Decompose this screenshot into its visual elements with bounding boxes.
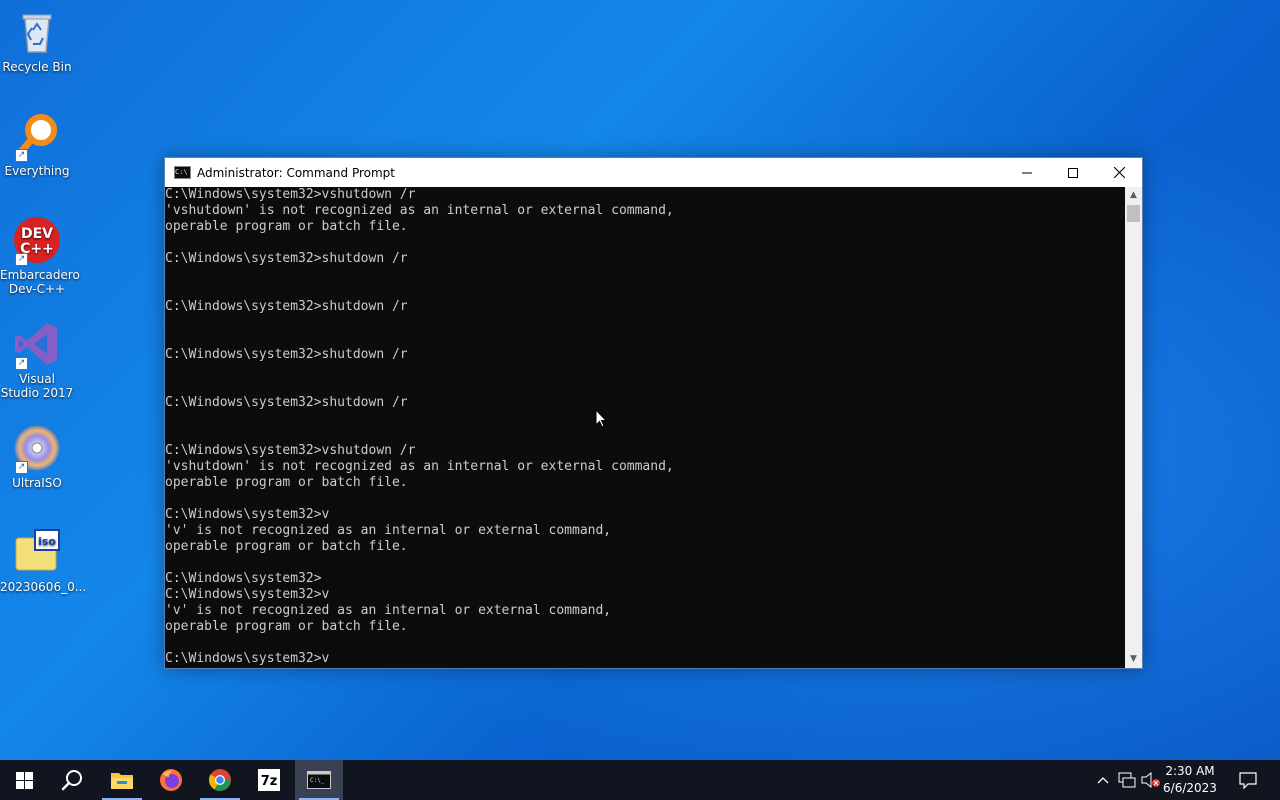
console-line: 'v' is not recognized as an internal or … (165, 603, 612, 618)
desktop-icon-label: Everything (4, 164, 70, 178)
scroll-up-arrow-icon[interactable]: ▲ (1125, 187, 1142, 204)
svg-text:C:\_: C:\_ (310, 777, 325, 784)
vertical-scrollbar[interactable]: ▲ ▼ (1125, 187, 1142, 668)
title-bar[interactable]: C:\ Administrator: Command Prompt (165, 158, 1142, 187)
window-title: Administrator: Command Prompt (197, 165, 395, 180)
command-prompt-icon: C:\_ (307, 771, 331, 789)
7zip-icon: 7z (258, 769, 280, 791)
console-line: operable program or batch file. (165, 619, 408, 634)
desktop-icon-everything[interactable]: ↗ Everything (0, 112, 74, 178)
console-line: 'vshutdown' is not recognized as an inte… (165, 459, 674, 474)
shortcut-arrow-icon: ↗ (15, 357, 28, 370)
console-line: C:\Windows\system32>v (165, 507, 330, 522)
chrome-icon (209, 769, 231, 791)
desktop-icon-ultraiso[interactable]: ↗ UltraISO (0, 424, 74, 490)
console-line: C:\Windows\system32>v (165, 651, 330, 666)
desktop-icon-label: Visual Studio 2017 (0, 372, 74, 400)
command-prompt-window[interactable]: C:\ Administrator: Command Prompt C:\Win… (164, 157, 1143, 669)
ultraiso-disc-icon: ↗ (13, 424, 61, 474)
svg-text:DEV: DEV (21, 226, 53, 242)
desktop-icon-recycle-bin[interactable]: Recycle Bin (0, 8, 74, 74)
everything-icon: ↗ (13, 112, 61, 162)
scrollbar-thumb[interactable] (1127, 205, 1140, 222)
maximize-button[interactable] (1050, 158, 1096, 187)
console-line: C:\Windows\system32> (165, 571, 322, 586)
network-tray-button[interactable] (1116, 760, 1138, 800)
shortcut-arrow-icon: ↗ (15, 149, 28, 162)
maximize-icon (1068, 167, 1078, 178)
notification-icon (1239, 771, 1257, 789)
console-line: operable program or batch file. (165, 475, 408, 490)
taskbar: 7z C:\_ 2:30 AM 6/6/2023 (0, 760, 1280, 800)
search-button[interactable] (48, 760, 96, 800)
shortcut-arrow-icon: ↗ (15, 253, 28, 266)
close-icon (1113, 167, 1125, 178)
visual-studio-icon: ↗ (13, 320, 61, 370)
desktop-icon-label: 20230606_0... (0, 580, 87, 594)
firefox-icon (160, 769, 182, 791)
console-line: C:\Windows\system32>shutdown /r (165, 251, 408, 266)
console-line: C:\Windows\system32>shutdown /r (165, 395, 408, 410)
folder-icon (111, 773, 133, 789)
console-line: C:\Windows\system32>shutdown /r (165, 299, 408, 314)
taskbar-command-prompt[interactable]: C:\_ (295, 760, 343, 800)
clock-date: 6/6/2023 (1163, 781, 1217, 795)
show-hidden-icons-button[interactable] (1094, 760, 1112, 800)
minimize-button[interactable] (1004, 158, 1050, 187)
console-line: operable program or batch file. (165, 539, 408, 554)
console-line: 'vshutdown' is not recognized as an inte… (165, 203, 674, 218)
mouse-pointer-icon (595, 408, 608, 432)
console-output[interactable]: C:\Windows\system32>vshutdown /r'vshutdo… (165, 187, 1123, 668)
console-line: operable program or batch file. (165, 219, 408, 234)
desktop-icon-label: UltraISO (12, 476, 62, 490)
chevron-up-icon (1097, 777, 1109, 784)
scroll-down-arrow-icon[interactable]: ▼ (1125, 651, 1142, 668)
notifications-button[interactable] (1232, 760, 1264, 800)
desktop-icon-iso-file[interactable]: iso 20230606_0... (0, 528, 87, 594)
recycle-bin-icon (13, 8, 61, 56)
cmd-icon: C:\ (174, 166, 191, 179)
close-button[interactable] (1096, 158, 1142, 187)
iso-file-icon: iso (13, 528, 61, 576)
console-line: C:\Windows\system32>vshutdown /r (165, 443, 416, 458)
taskbar-chrome[interactable] (196, 760, 244, 800)
taskbar-firefox[interactable] (147, 760, 195, 800)
desktop-icon-dev-cpp[interactable]: DEV C++ ↗ Embarcadero Dev-C++ (0, 216, 80, 296)
search-icon (61, 770, 82, 791)
minimize-icon (1022, 172, 1032, 173)
dev-cpp-icon: DEV C++ ↗ (13, 216, 61, 266)
console-line: C:\Windows\system32>v (165, 587, 330, 602)
svg-text:iso: iso (38, 535, 56, 548)
shortcut-arrow-icon: ↗ (15, 461, 28, 474)
desktop-icon-visual-studio[interactable]: ↗ Visual Studio 2017 (0, 320, 74, 400)
clock-time: 2:30 AM (1165, 764, 1215, 778)
desktop-icon-label: Recycle Bin (2, 60, 72, 74)
taskbar-7zip[interactable]: 7z (245, 760, 293, 800)
network-icon (1118, 772, 1136, 788)
console-line: 'v' is not recognized as an internal or … (165, 523, 612, 538)
console-line: C:\Windows\system32>vshutdown /r (165, 187, 416, 202)
windows-logo-icon (15, 771, 33, 789)
taskbar-file-explorer[interactable] (98, 760, 146, 800)
clock[interactable]: 2:30 AM 6/6/2023 (1158, 763, 1222, 797)
console-line: C:\Windows\system32>shutdown /r (165, 347, 408, 362)
start-button[interactable] (0, 760, 48, 800)
desktop-icon-label: Embarcadero Dev-C++ (0, 268, 80, 296)
svg-text:7z: 7z (261, 774, 278, 789)
